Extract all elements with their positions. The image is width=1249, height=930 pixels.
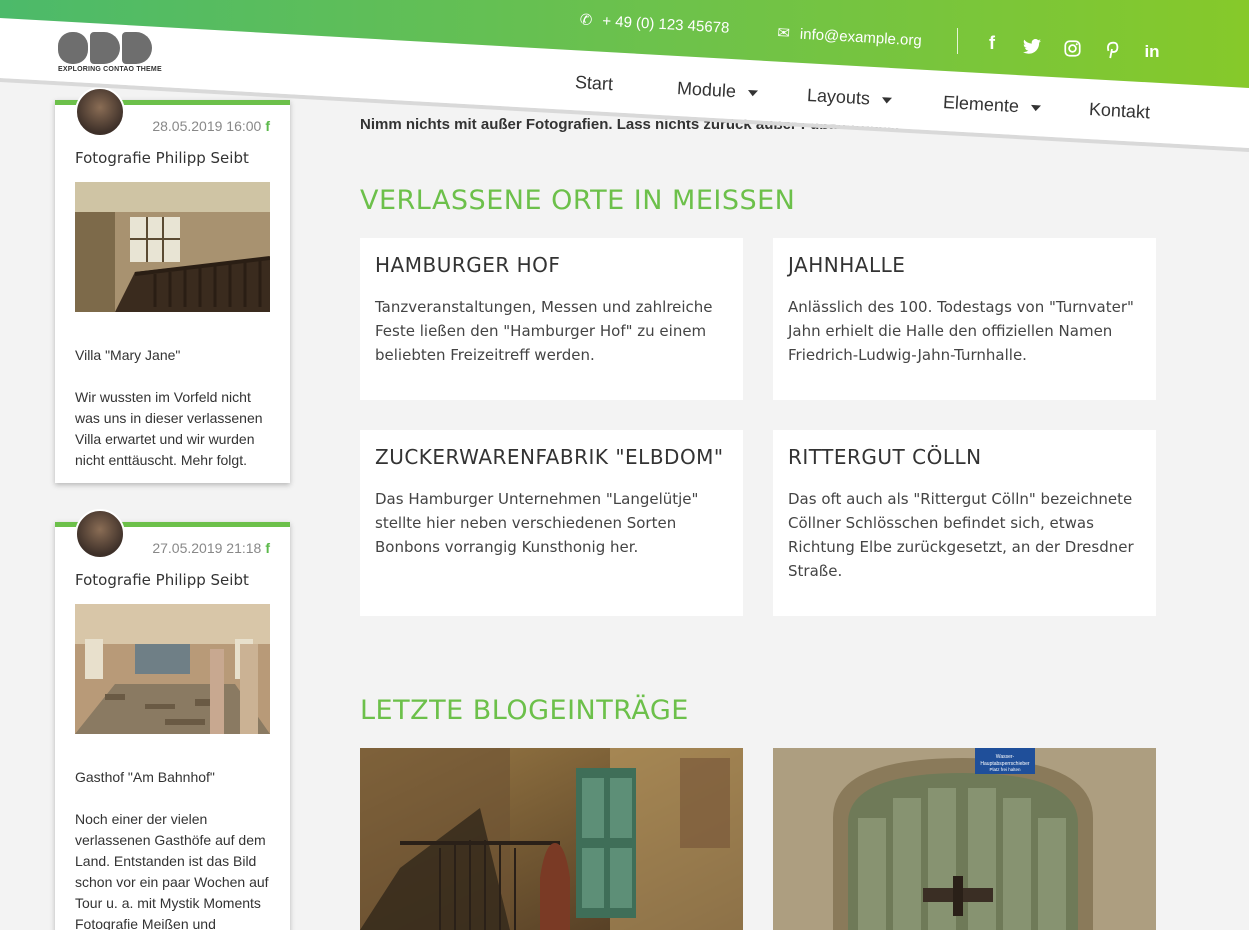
post-title[interactable]: Villa "Mary Jane" [75,345,275,366]
post-excerpt: Villa "Mary Jane" Wir wussten im Vorfeld… [75,345,275,471]
svg-text:Platz frei halten: Platz frei halten [989,767,1021,772]
nav-item-module[interactable]: Module [676,78,759,103]
post-author: Fotografie Philipp Seibt [75,149,249,167]
twitter-icon[interactable] [1021,35,1043,57]
nav-item-kontakt[interactable]: Kontakt [1088,99,1150,123]
post-title[interactable]: Gasthof "Am Bahnhof" [75,767,275,788]
site-logo[interactable]: EXPLORING CONTAO THEME [58,32,168,73]
pinterest-icon[interactable] [1101,39,1123,61]
facebook-icon: f [265,118,270,134]
blog-image-door[interactable]: Wasser- Hauptabsperrschieber Platz frei … [773,748,1156,930]
places-section-title: VERLASSENE ORTE IN MEISSEN [360,185,796,216]
post-image[interactable] [75,182,270,312]
post-text: Noch einer der vielen verlassenen Gasthö… [75,811,269,930]
caret-down-icon [881,96,893,104]
place-text: Das oft auch als "Rittergut Cölln" bezei… [788,490,1134,580]
caret-down-icon [1030,104,1042,111]
nav-item-start[interactable]: Start [574,72,613,95]
sidebar-post-card[interactable]: 27.05.2019 21:18 f Fotografie Philipp Se… [55,509,290,930]
post-text: Wir wussten im Vorfeld nicht was uns in … [75,389,263,468]
place-title[interactable]: HAMBURGER HOF [375,253,728,277]
place-text: Tanzveranstaltungen, Messen und zahlreic… [375,298,713,364]
logo-tagline: EXPLORING CONTAO THEME [58,66,162,73]
envelope-icon: ✉ [776,24,791,43]
place-card[interactable]: HAMBURGER HOF Tanzveranstaltungen, Messe… [360,238,743,400]
facebook-icon: f [265,540,270,556]
avatar [75,87,125,137]
sidebar-post-card[interactable]: 28.05.2019 16:00 f Fotografie Philipp Se… [55,87,290,483]
place-card[interactable]: JAHNHALLE Anlässlich des 100. Todestags … [773,238,1156,400]
post-date: 28.05.2019 16:00 [152,118,262,134]
topbar-divider [957,28,958,54]
blog-section-title: LETZTE BLOGEINTRÄGE [360,695,689,726]
door-sign-text: Wasser- [996,754,1015,760]
post-excerpt: Gasthof "Am Bahnhof" Noch einer der viel… [75,767,275,930]
place-title[interactable]: JAHNHALLE [788,253,1141,277]
avatar [75,509,125,559]
blog-image-staircase[interactable] [360,748,743,930]
facebook-icon[interactable]: f [981,32,1003,54]
place-title[interactable]: ZUCKERWARENFABRIK "ELBDOM" [375,445,728,469]
post-date: 27.05.2019 21:18 [152,540,262,556]
place-card[interactable]: RITTERGUT CÖLLN Das oft auch als "Ritter… [773,430,1156,616]
post-meta: 27.05.2019 21:18 f [152,540,270,556]
post-image[interactable] [75,604,270,734]
place-text: Das Hamburger Unternehmen "Langelütje" s… [375,490,699,556]
post-meta: 28.05.2019 16:00 f [152,118,270,134]
place-title[interactable]: RITTERGUT CÖLLN [788,445,1141,469]
phone-icon: ✆ [579,11,593,30]
place-card[interactable]: ZUCKERWARENFABRIK "ELBDOM" Das Hamburger… [360,430,743,616]
caret-down-icon [747,89,759,97]
post-author: Fotografie Philipp Seibt [75,571,249,589]
instagram-icon[interactable] [1061,37,1083,59]
logo-mark [58,32,168,64]
linkedin-icon[interactable]: in [1141,41,1163,63]
place-text: Anlässlich des 100. Todestags von "Turnv… [788,298,1134,364]
